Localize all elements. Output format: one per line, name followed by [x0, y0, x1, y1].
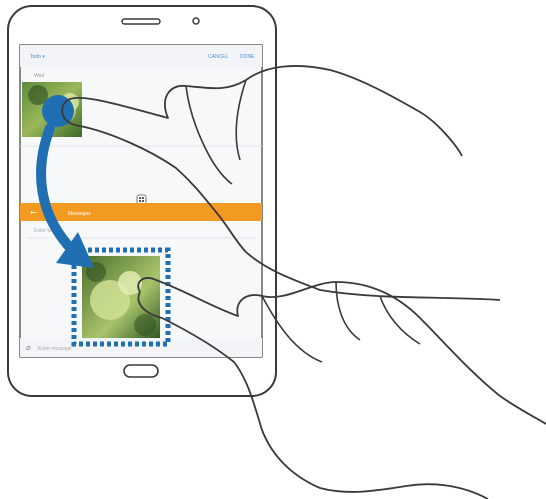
illustration: Todo ▾ CANCEL DONE Wed ← Messages Enter …	[7, 5, 546, 499]
lower-hand-fingers	[261, 281, 421, 363]
split-view-handle-icon[interactable]	[136, 194, 147, 205]
done-button[interactable]: DONE	[240, 54, 255, 60]
dropped-photo[interactable]	[82, 256, 160, 338]
arrow-left-icon[interactable]: ←	[30, 208, 37, 217]
top-pane-caption: Wed	[34, 73, 44, 79]
paperclip-icon[interactable]: ⌀	[26, 343, 31, 352]
cancel-button[interactable]: CANCEL	[208, 54, 229, 60]
compose-input[interactable]: Enter message	[38, 346, 72, 352]
bottom-pane-title: Messages	[68, 211, 91, 217]
folder-selector[interactable]: Todo ▾	[30, 54, 45, 60]
bottom-pane-toolbar	[20, 203, 262, 221]
